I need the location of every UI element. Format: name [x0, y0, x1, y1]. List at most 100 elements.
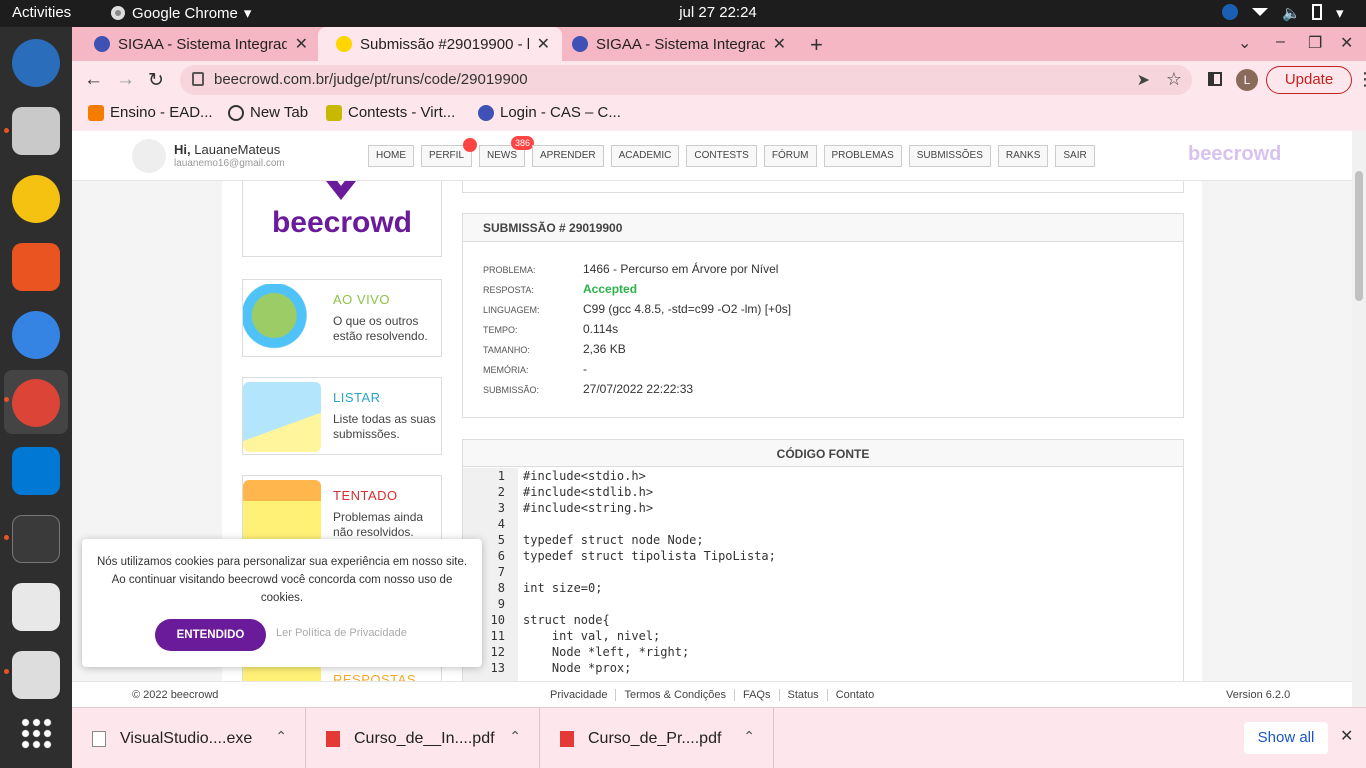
text-editor-icon[interactable] — [12, 583, 60, 631]
bookmark-new-tab[interactable]: New Tab — [228, 104, 308, 121]
maximize-icon[interactable]: ❐ — [1308, 33, 1322, 53]
news-badge: 386 — [510, 136, 535, 150]
forward-icon[interactable]: → — [116, 69, 135, 91]
info-label: MEMÓRIA: — [483, 365, 529, 375]
back-icon[interactable]: ← — [84, 69, 103, 91]
new-tab-button[interactable]: + — [810, 32, 823, 58]
footer-link-faqs[interactable]: FAQs — [735, 689, 780, 701]
code-line[interactable]: 7 — [463, 564, 1183, 580]
footer-link-status[interactable]: Status — [780, 689, 828, 701]
tab-search-icon[interactable]: ⌄ — [1238, 33, 1251, 53]
line-text: #include<stdlib.h> — [523, 485, 654, 499]
sidecard-listar[interactable]: LISTAR Liste todas as suas submissões. — [242, 377, 442, 455]
bookmark-contests[interactable]: Contests - Virt... — [326, 104, 455, 121]
nav-home[interactable]: HOME — [368, 145, 414, 167]
nav-forum[interactable]: FÓRUM — [763, 145, 817, 167]
minimize-icon[interactable]: – — [1276, 33, 1285, 51]
line-text: Node *prox; — [523, 661, 632, 675]
code-line[interactable]: 9 — [463, 596, 1183, 612]
page-scrollbar[interactable] — [1352, 131, 1366, 707]
chrome-dock-icon[interactable] — [12, 379, 60, 427]
info-label: PROBLEMA: — [483, 265, 536, 275]
close-icon[interactable]: ✕ — [295, 34, 308, 54]
header-logo[interactable]: beecrowd — [1188, 143, 1281, 166]
vscode-icon[interactable] — [12, 447, 60, 495]
live-globe-icon — [243, 284, 321, 354]
window-close-icon[interactable]: ✕ — [1340, 33, 1353, 53]
tab-sigaa-1[interactable]: SIGAA - Sistema Integrado ✕ — [76, 27, 320, 61]
accept-cookies-button[interactable]: ENTENDIDO — [155, 619, 266, 651]
nav-problemas[interactable]: PROBLEMAS — [823, 145, 902, 167]
cookie-message: Nós utilizamos cookies para personalizar… — [96, 556, 468, 604]
tab-submission[interactable]: Submissão #29019900 - be ✕ — [318, 27, 562, 61]
bookmark-star-icon[interactable]: ☆ — [1166, 69, 1182, 90]
footer-link-termos[interactable]: Termos & Condições — [616, 689, 735, 701]
nav-submissoes[interactable]: SUBMISSÕES — [908, 145, 991, 167]
code-line[interactable]: 13 Node *prox; — [463, 660, 1183, 676]
nav-sair[interactable]: SAIR — [1055, 145, 1095, 167]
bookmark-login-cas[interactable]: Login - CAS – C... — [478, 104, 621, 121]
tab-sigaa-2[interactable]: SIGAA - Sistema Integrado ✕ — [554, 27, 798, 61]
code-line[interactable]: 12 Node *left, *right; — [463, 644, 1183, 660]
code-line[interactable]: 3 #include<string.h> — [463, 500, 1183, 516]
close-icon[interactable]: ✕ — [537, 34, 550, 54]
software-store-icon[interactable] — [12, 243, 60, 291]
line-text: #include<stdio.h> — [523, 469, 646, 483]
nav-academic[interactable]: ACADEMIC — [610, 145, 680, 167]
nav-aprender[interactable]: APRENDER — [532, 145, 604, 167]
info-value: 2,36 KB — [583, 342, 626, 356]
code-line[interactable]: 5 typedef struct node Node; — [463, 532, 1183, 548]
system-tray[interactable]: 🔈 ▾ — [1222, 4, 1352, 22]
close-icon[interactable]: ✕ — [1340, 726, 1353, 746]
download-item[interactable]: VisualStudio....exe ⌃ — [72, 708, 306, 768]
chevron-up-icon[interactable]: ⌃ — [743, 728, 755, 745]
download-item[interactable]: Curso_de_Pr....pdf ⌃ — [540, 708, 774, 768]
thunderbird-icon[interactable] — [12, 39, 60, 87]
volume-icon: 🔈 — [1282, 5, 1301, 22]
code-line[interactable]: 4 — [463, 516, 1183, 532]
send-icon[interactable]: ➤ — [1137, 70, 1150, 90]
chevron-up-icon[interactable]: ⌃ — [275, 728, 287, 745]
rhythmbox-icon[interactable] — [12, 175, 60, 223]
code-line[interactable]: 1 #include<stdio.h> — [463, 468, 1183, 484]
bookmark-ensino[interactable]: Ensino - EAD... — [88, 104, 213, 121]
document-viewer-icon[interactable] — [12, 651, 60, 699]
app-grid-icon[interactable] — [20, 717, 52, 749]
nav-news[interactable]: NEWS 386 — [479, 136, 535, 167]
more-menu-icon[interactable]: ⋮ — [1356, 69, 1366, 90]
update-button[interactable]: Update — [1266, 66, 1352, 94]
close-icon[interactable]: ✕ — [773, 34, 786, 54]
footer-link-contato[interactable]: Contato — [828, 689, 883, 701]
code-line[interactable]: 8 int size=0; — [463, 580, 1183, 596]
privacy-policy-link[interactable]: Ler Política de Privacidade — [276, 627, 407, 639]
profile-avatar[interactable]: L — [1236, 69, 1258, 91]
nav-ranks[interactable]: RANKS — [997, 145, 1049, 167]
show-all-button[interactable]: Show all — [1244, 722, 1328, 754]
scrollbar-thumb[interactable] — [1355, 171, 1363, 301]
user-avatar[interactable] — [132, 139, 166, 173]
line-text: int val, nivel; — [523, 629, 661, 643]
lock-icon — [192, 72, 204, 86]
code-line[interactable]: 11 int val, nivel; — [463, 628, 1183, 644]
code-line[interactable]: 2 #include<stdlib.h> — [463, 484, 1183, 500]
address-bar[interactable]: beecrowd.com.br/judge/pt/runs/code/29019… — [180, 65, 1192, 95]
chevron-up-icon[interactable]: ⌃ — [509, 728, 521, 745]
code-line[interactable]: 6 typedef struct tipolista TipoLista; — [463, 548, 1183, 564]
reload-icon[interactable]: ↻ — [148, 69, 164, 92]
footer-link-privacidade[interactable]: Privacidade — [542, 689, 617, 701]
nav-perfil[interactable]: PERFIL — [421, 138, 478, 167]
source-code-panel: CÓDIGO FONTE 1 #include<stdio.h> 2 #includ… — [462, 439, 1184, 707]
problem-link[interactable]: 1466 - Percurso em Árvore por Nível — [583, 262, 778, 276]
download-item[interactable]: Curso_de__In....pdf ⌃ — [306, 708, 540, 768]
cookie-banner: Nós utilizamos cookies para personalizar… — [82, 539, 482, 667]
code-line[interactable]: 10 struct node{ — [463, 612, 1183, 628]
copyright: © 2022 beecrowd — [132, 689, 219, 701]
help-icon[interactable] — [12, 311, 60, 359]
download-filename: VisualStudio....exe — [120, 729, 253, 747]
clock[interactable]: jul 27 22:24 — [0, 4, 1366, 21]
terminal-icon[interactable] — [12, 515, 60, 563]
nav-contests[interactable]: CONTESTS — [686, 145, 757, 167]
files-icon[interactable] — [12, 107, 60, 155]
side-panel-icon[interactable] — [1208, 72, 1222, 86]
sidecard-ao-vivo[interactable]: AO VIVO O que os outros estão resolvendo… — [242, 279, 442, 357]
